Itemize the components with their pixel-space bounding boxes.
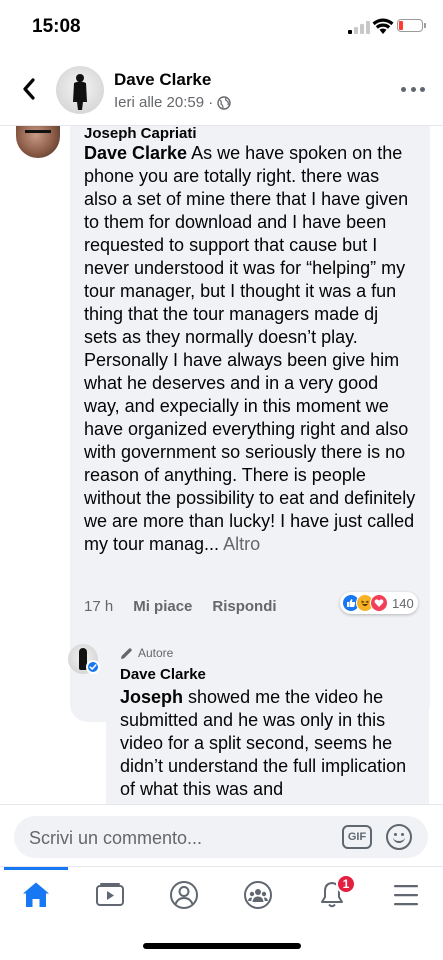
comment-text: Dave Clarke As we have spoken on the pho… [84,142,416,556]
author-avatar[interactable] [56,66,104,114]
post-header: Dave Clarke Ieri alle 20:59 · [0,52,443,126]
comment-time: 17 h [84,598,114,615]
emoji-button[interactable] [386,824,412,850]
reaction-count: 140 [392,595,414,611]
post-meta: Ieri alle 20:59 · [114,94,231,111]
commenter-avatar[interactable] [16,126,60,158]
gif-button[interactable]: GIF [342,825,372,849]
reply-mention[interactable]: Joseph [120,687,183,707]
comment-composer: Scrivi un commento... GIF [0,804,443,866]
reply-text: Joseph showed me the video he submitted … [120,686,420,801]
love-reaction-icon [370,594,388,612]
dot-icon [401,86,406,92]
comments-list[interactable]: Joseph Capriati Dave Clarke As we have s… [0,126,443,804]
comment-author[interactable]: Joseph Capriati [84,126,197,142]
comment-mention[interactable]: Dave Clarke [84,143,187,163]
video-play-icon [96,883,124,906]
profile-icon [170,881,198,909]
reactions-summary[interactable]: 140 [340,592,418,614]
nav-groups[interactable] [236,879,280,911]
cellular-signal-icon [348,21,370,34]
person-silhouette-icon [73,74,87,110]
back-button[interactable] [14,74,44,104]
more-options-button[interactable] [401,80,425,98]
verified-check-icon [86,660,100,674]
reply-button[interactable]: Rispondi [212,598,276,615]
status-time: 15:08 [32,16,81,37]
active-tab-indicator [4,867,68,870]
comment-actions: 17 h Mi piace Rispondi [84,598,277,615]
home-icon [23,882,49,907]
nav-watch[interactable] [88,879,132,911]
pencil-icon [121,647,132,659]
status-bar: 15:08 [0,0,443,52]
dot-icon [420,86,425,92]
nav-profile[interactable] [162,879,206,911]
wifi-icon [372,18,394,34]
emoji-mouth-shape [393,836,405,843]
nav-home[interactable] [14,879,58,911]
home-indicator[interactable] [143,943,301,949]
like-button[interactable]: Mi piace [133,598,192,615]
comment-input[interactable]: Scrivi un commento... [29,828,202,849]
nav-menu[interactable] [384,879,428,911]
reply-author[interactable]: Dave Clarke [120,666,206,683]
battery-icon [397,19,426,32]
comment-body: As we have spoken on the phone you are t… [84,143,416,554]
chevron-left-icon [23,78,35,100]
author-tag: Autore [120,646,173,660]
post-author-name[interactable]: Dave Clarke [114,70,211,90]
notification-badge: 1 [336,874,356,894]
glasses-shape [25,130,51,136]
comment-field[interactable]: Scrivi un commento... GIF [14,816,428,858]
hamburger-menu-icon [394,885,418,906]
post-timestamp[interactable]: Ieri alle 20:59 · [114,94,213,111]
see-more-link[interactable]: Altro [223,534,260,554]
author-tag-label: Autore [138,646,174,660]
groups-icon [244,881,272,909]
globe-icon [217,95,231,110]
dot-icon [410,86,416,92]
